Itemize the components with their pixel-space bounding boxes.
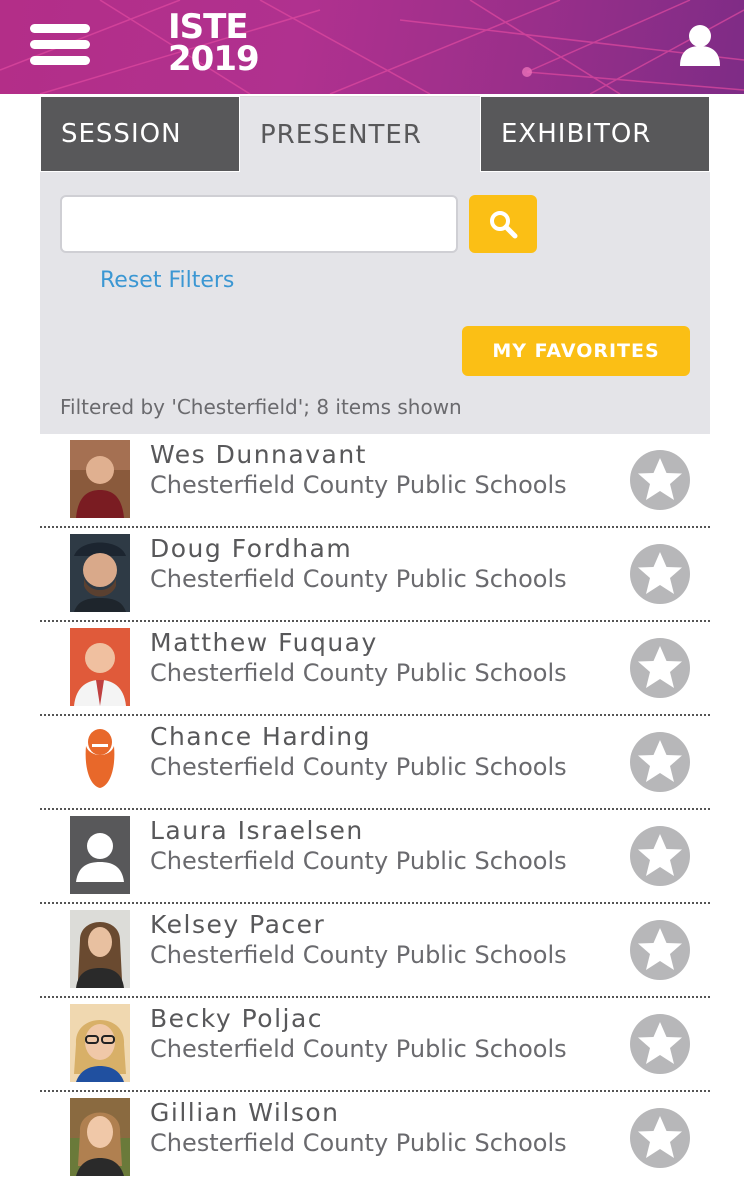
presenter-org: Chesterfield County Public Schools — [150, 471, 567, 499]
list-item[interactable]: Matthew Fuquay Chesterfield County Publi… — [40, 622, 710, 716]
list-item[interactable]: Gillian Wilson Chesterfield County Publi… — [40, 1092, 710, 1184]
avatar — [70, 910, 130, 988]
favorite-star-icon[interactable] — [629, 637, 691, 699]
presenter-list: Wes Dunnavant Chesterfield County Public… — [40, 434, 710, 1184]
list-item[interactable]: Becky Poljac Chesterfield County Public … — [40, 998, 710, 1092]
presenter-org: Chesterfield County Public Schools — [150, 565, 567, 593]
my-favorites-button[interactable]: MY FAVORITES — [462, 326, 690, 376]
list-item[interactable]: Laura Israelsen Chesterfield County Publ… — [40, 810, 710, 904]
avatar-placeholder-icon — [70, 816, 130, 894]
list-item[interactable]: Kelsey Pacer Chesterfield County Public … — [40, 904, 710, 998]
avatar — [70, 628, 130, 706]
favorite-star-icon[interactable] — [629, 919, 691, 981]
filter-panel: Reset Filters MY FAVORITES Filtered by '… — [40, 172, 710, 434]
avatar — [70, 440, 130, 518]
presenter-org: Chesterfield County Public Schools — [150, 1129, 567, 1157]
favorite-star-icon[interactable] — [629, 543, 691, 605]
search-tabs: SESSION PRESENTER EXHIBITOR — [40, 96, 710, 172]
presenter-org: Chesterfield County Public Schools — [150, 1035, 567, 1063]
tab-exhibitor-label: EXHIBITOR — [501, 119, 652, 149]
presenter-org: Chesterfield County Public Schools — [150, 847, 567, 875]
tab-session[interactable]: SESSION — [40, 96, 240, 172]
presenter-name: Wes Dunnavant — [150, 440, 367, 469]
presenter-name: Kelsey Pacer — [150, 910, 326, 939]
user-icon[interactable] — [678, 22, 722, 66]
presenter-name: Gillian Wilson — [150, 1098, 340, 1127]
presenter-org: Chesterfield County Public Schools — [150, 753, 567, 781]
presenter-name: Laura Israelsen — [150, 816, 364, 845]
favorite-star-icon[interactable] — [629, 1013, 691, 1075]
search-button[interactable] — [469, 195, 537, 253]
list-item[interactable]: Doug Fordham Chesterfield County Public … — [40, 528, 710, 622]
tab-exhibitor[interactable]: EXHIBITOR — [480, 96, 710, 172]
avatar — [70, 1098, 130, 1176]
tab-presenter-label: PRESENTER — [260, 119, 422, 150]
favorite-star-icon[interactable] — [629, 825, 691, 887]
hamburger-menu-icon[interactable] — [30, 24, 90, 66]
list-item[interactable]: Chance Harding Chesterfield County Publi… — [40, 716, 710, 810]
presenter-name: Doug Fordham — [150, 534, 353, 563]
app-header: ISTE 2019 — [0, 0, 744, 94]
presenter-name: Becky Poljac — [150, 1004, 324, 1033]
search-input[interactable] — [60, 195, 458, 253]
list-item[interactable]: Wes Dunnavant Chesterfield County Public… — [40, 434, 710, 528]
reset-filters-link[interactable]: Reset Filters — [100, 268, 234, 293]
avatar — [70, 534, 130, 612]
header-network-decoration — [0, 0, 744, 94]
presenter-name: Chance Harding — [150, 722, 372, 751]
favorite-star-icon[interactable] — [629, 449, 691, 511]
presenter-org: Chesterfield County Public Schools — [150, 941, 567, 969]
favorite-star-icon[interactable] — [629, 731, 691, 793]
avatar — [70, 1004, 130, 1082]
search-icon — [490, 211, 518, 239]
presenter-name: Matthew Fuquay — [150, 628, 378, 657]
favorite-star-icon[interactable] — [629, 1107, 691, 1169]
tab-presenter[interactable]: PRESENTER — [240, 96, 480, 172]
filter-status-text: Filtered by 'Chesterfield'; 8 items show… — [60, 395, 462, 419]
avatar — [70, 722, 130, 800]
iste-logo: ISTE 2019 — [168, 7, 260, 79]
tab-session-label: SESSION — [61, 119, 182, 149]
presenter-org: Chesterfield County Public Schools — [150, 659, 567, 687]
